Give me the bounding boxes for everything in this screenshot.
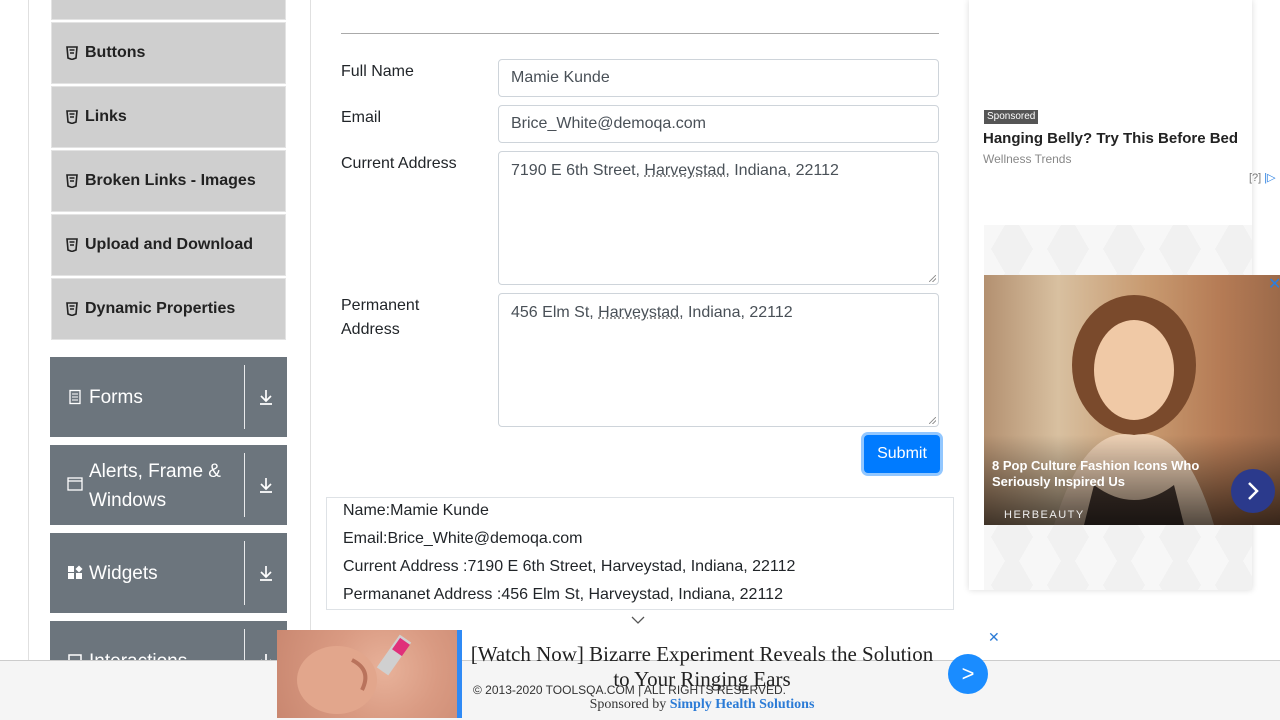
window-icon — [67, 477, 83, 491]
close-ad-button[interactable]: ✕ — [1268, 274, 1280, 294]
sidebar-group-label: Forms — [89, 386, 143, 408]
spellcheck-word: Harveystad — [644, 162, 726, 179]
submit-button[interactable]: Submit — [864, 435, 940, 473]
html5-icon — [66, 238, 78, 252]
ad-photo-caption[interactable]: 8 Pop Culture Fashion Icons Who Seriousl… — [992, 458, 1222, 490]
divider — [244, 453, 245, 517]
expand-group-button[interactable] — [245, 564, 287, 582]
current-address-textarea[interactable]: 7190 E 6th Street, Harveystad, Indiana, … — [498, 151, 939, 285]
bottom-ad-image[interactable] — [277, 630, 457, 718]
permanent-address-textarea[interactable]: 456 Elm St, Harveystad, Indiana, 22112 — [498, 293, 939, 427]
output-current-address: Current Address :7190 E 6th Street, Harv… — [343, 558, 796, 575]
sidebar-item-links[interactable]: Links — [51, 86, 286, 148]
ad-help-text: [?] — [1249, 172, 1262, 184]
sidebar-item-label: Buttons — [85, 44, 146, 61]
sponsored-by-text: Sponsored by — [589, 697, 670, 712]
document-icon — [69, 389, 81, 405]
sidebar-item-buttons[interactable]: Buttons — [51, 22, 286, 84]
sidebar-group-widgets[interactable]: Widgets — [50, 533, 287, 613]
resize-handle[interactable] — [929, 417, 936, 424]
sidebar-left-border — [28, 0, 29, 720]
ad-source: Wellness Trends — [983, 152, 1072, 166]
ear-syringe-image — [297, 634, 412, 714]
download-arrow-icon — [260, 478, 272, 493]
sidebar-item-label: Upload and Download — [85, 236, 253, 253]
html5-icon — [66, 46, 78, 60]
resize-handle[interactable] — [929, 275, 936, 282]
current-address-text: 7190 E 6th Street, — [511, 162, 645, 179]
sidebar-item-label: Dynamic Properties — [85, 300, 236, 317]
full-name-input[interactable] — [498, 59, 939, 97]
sidebar-item-upload-download[interactable]: Upload and Download — [51, 214, 286, 276]
next-arrow-button[interactable] — [1231, 469, 1275, 513]
sidebar-item-previous[interactable] — [51, 0, 286, 20]
output-email: Email:Brice_White@demoqa.com — [343, 530, 583, 547]
html5-icon — [66, 174, 78, 188]
email-input[interactable] — [498, 105, 939, 143]
sidebar-right-border — [310, 0, 311, 720]
permanent-address-text: 456 Elm St, — [511, 304, 599, 321]
email-label: Email — [341, 109, 382, 126]
ad-photo-brand: HERBEAUTY — [1004, 509, 1085, 521]
expand-group-button[interactable] — [245, 476, 287, 494]
current-address-text: , Indiana, 22112 — [725, 162, 839, 179]
sidebar-item-dynamic-properties[interactable]: Dynamic Properties — [51, 278, 286, 340]
bottom-ad-go-button[interactable]: > — [948, 654, 988, 694]
html5-icon — [66, 110, 78, 124]
chevron-down-icon[interactable] — [630, 612, 646, 630]
html5-icon — [66, 302, 78, 316]
full-name-label: Full Name — [341, 63, 414, 80]
chevron-right-icon — [1248, 482, 1259, 500]
sponsor-link[interactable]: Simply Health Solutions — [670, 697, 815, 712]
bottom-ad-headline[interactable]: [Watch Now] Bizarre Experiment Reveals t… — [462, 642, 942, 692]
sidebar-group-forms[interactable]: Forms — [50, 357, 287, 437]
spellcheck-word: Harveystad — [598, 304, 680, 321]
output-panel: Name:Mamie Kunde Email:Brice_White@demoq… — [326, 497, 954, 610]
expand-group-button[interactable] — [245, 388, 287, 406]
download-arrow-icon — [260, 390, 272, 405]
output-name: Name:Mamie Kunde — [343, 502, 489, 519]
close-bottom-ad-button[interactable]: ✕ — [988, 629, 1000, 646]
output-permanent-address: Permananet Address :456 Elm St, Harveyst… — [343, 586, 783, 603]
divider — [244, 541, 245, 605]
ad-headline-link[interactable]: Hanging Belly? Try This Before Bed — [983, 130, 1238, 147]
sponsored-badge: Sponsored — [984, 110, 1039, 124]
sidebar-group-label: Alerts, Frame & Windows — [89, 461, 221, 511]
sidebar-item-label: Links — [85, 108, 127, 125]
sidebar-group-alerts[interactable]: Alerts, Frame & Windows — [50, 445, 287, 525]
sidebar-group-label: Widgets — [89, 562, 158, 584]
permanent-address-label: Permanent Address — [341, 297, 420, 338]
current-address-label: Current Address — [341, 155, 457, 172]
sidebar-item-label: Broken Links - Images — [85, 172, 256, 189]
divider — [244, 365, 245, 429]
sidebar-item-broken-links[interactable]: Broken Links - Images — [51, 150, 286, 212]
download-arrow-icon — [260, 566, 272, 581]
section-divider — [341, 33, 939, 34]
bottom-ad-sponsor: Sponsored by Simply Health Solutions — [462, 697, 942, 713]
widgets-icon — [68, 565, 83, 579]
adchoices-icon: |▷ — [1264, 172, 1276, 184]
ad-help-link[interactable]: [?] |▷ — [1249, 171, 1276, 184]
permanent-address-text: , Indiana, 22112 — [679, 304, 793, 321]
